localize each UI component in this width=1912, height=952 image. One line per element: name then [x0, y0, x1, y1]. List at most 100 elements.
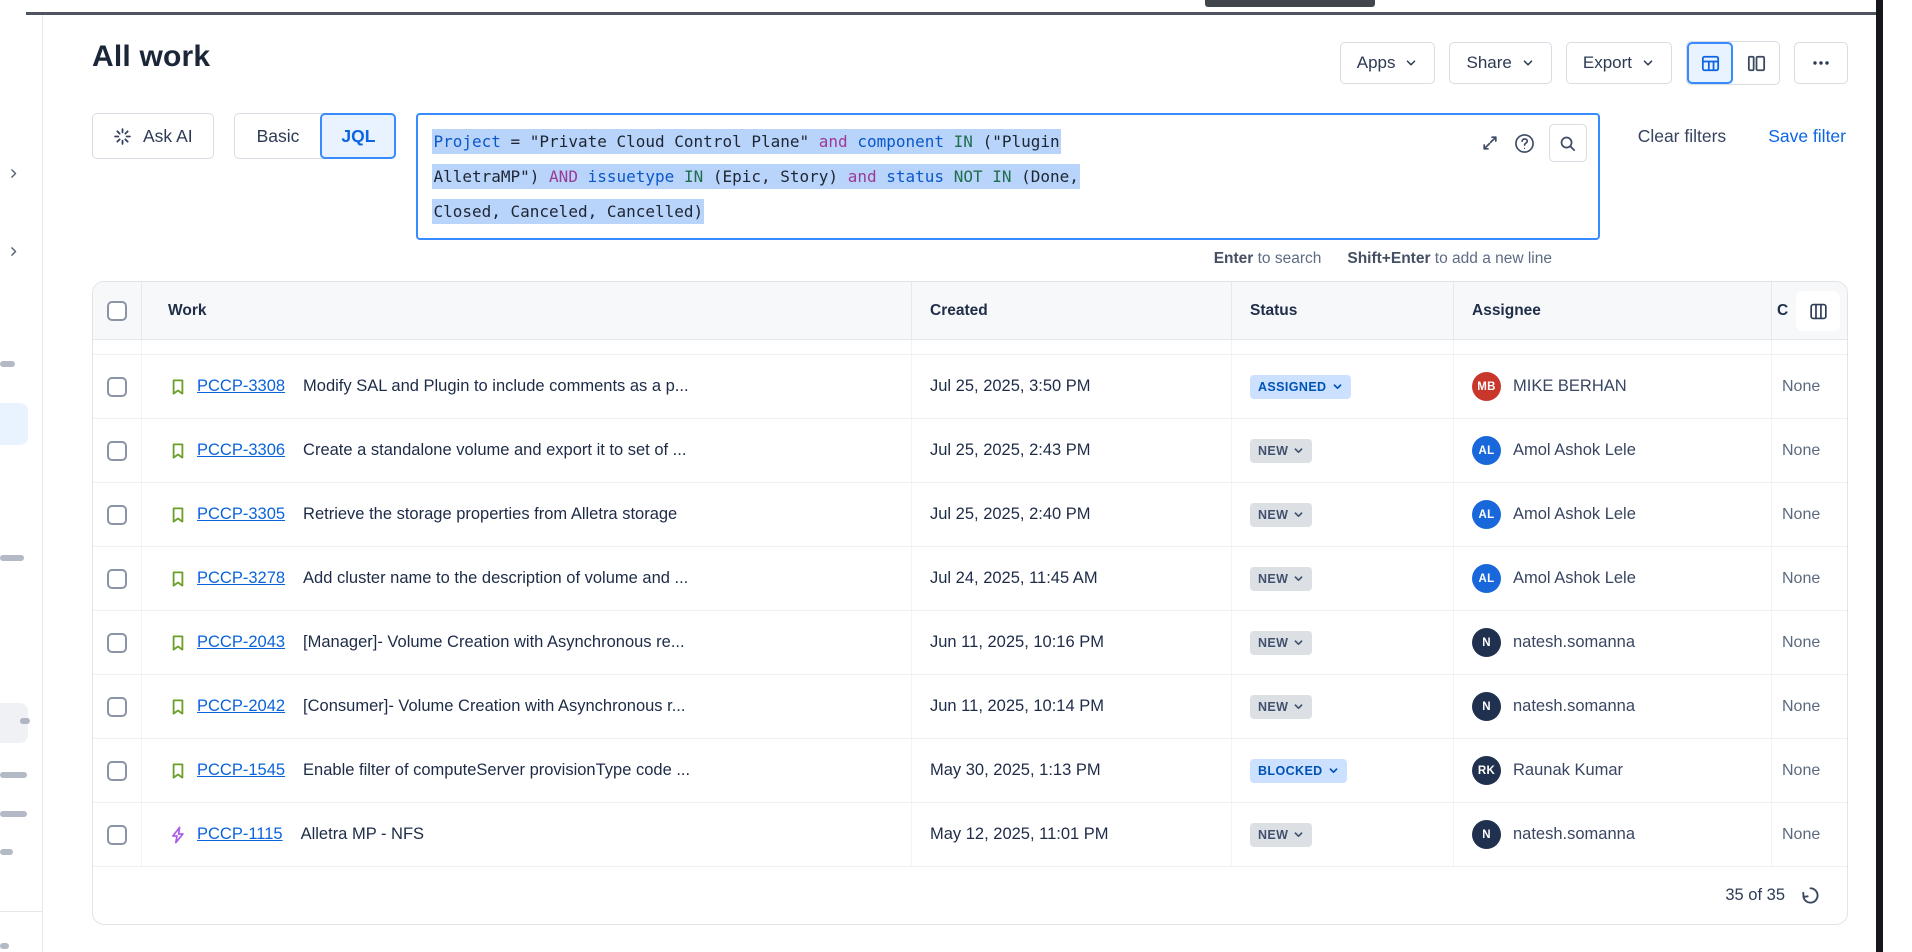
status-badge[interactable]: NEW: [1250, 567, 1312, 591]
sidebar-divider: [0, 911, 43, 912]
status-cell: NEW: [1231, 675, 1453, 738]
result-count: 35 of 35: [1725, 886, 1785, 905]
row-checkbox[interactable]: [107, 377, 127, 397]
row-checkbox[interactable]: [107, 825, 127, 845]
chevron-right-icon[interactable]: [7, 167, 20, 180]
chevron-right-icon[interactable]: [7, 245, 20, 258]
table-view-button[interactable]: [1687, 42, 1733, 84]
story-icon: [168, 505, 188, 525]
story-icon: [168, 569, 188, 589]
created-cell: May 12, 2025, 11:01 PM: [911, 803, 1231, 866]
status-badge[interactable]: NEW: [1250, 631, 1312, 655]
column-picker-button[interactable]: [1796, 291, 1840, 331]
chevron-down-icon: [1293, 445, 1304, 456]
story-icon: [168, 633, 188, 653]
created-cell: Jul 24, 2025, 11:45 AM: [911, 547, 1231, 610]
header-actions: Apps Share Export: [1340, 41, 1848, 85]
issue-key-link[interactable]: PCCP-1115: [197, 825, 283, 844]
assignee-cell: N natesh.somanna: [1453, 675, 1771, 738]
partial-scrolled-row: [93, 340, 1847, 355]
columns-icon: [1808, 301, 1829, 322]
select-all-cell: [93, 282, 141, 339]
table-row: PCCP-2043 [Manager]- Volume Creation wit…: [93, 611, 1847, 675]
share-button[interactable]: Share: [1449, 42, 1551, 84]
apps-button[interactable]: Apps: [1340, 42, 1436, 84]
issue-key-link[interactable]: PCCP-3278: [197, 569, 285, 588]
story-icon: [168, 761, 188, 781]
ask-ai-label: Ask AI: [143, 126, 193, 147]
status-badge[interactable]: NEW: [1250, 439, 1312, 463]
work-cell: PCCP-3306 Create a standalone volume and…: [141, 419, 911, 482]
sidebar-text-fragment: [0, 361, 15, 367]
avatar: AL: [1472, 436, 1501, 465]
status-badge[interactable]: NEW: [1250, 823, 1312, 847]
column-header-status[interactable]: Status: [1231, 282, 1453, 339]
issue-key-link[interactable]: PCCP-2043: [197, 633, 285, 652]
issue-summary: Enable filter of computeServer provision…: [303, 761, 690, 780]
refresh-icon[interactable]: [1800, 885, 1821, 906]
assignee-name: Amol Ashok Lele: [1513, 441, 1636, 460]
sidebar-text-fragment: [0, 772, 27, 778]
assignee-cell: AL Amol Ashok Lele: [1453, 419, 1771, 482]
sidebar-text-fragment: [0, 555, 24, 561]
story-icon: [168, 377, 188, 397]
assignee-cell: N natesh.somanna: [1453, 611, 1771, 674]
sidebar-text-fragment: [0, 811, 27, 817]
created-value: Jul 25, 2025, 2:40 PM: [930, 505, 1091, 524]
jql-editor[interactable]: Project = "Private Cloud Control Plane" …: [416, 113, 1599, 240]
category-cell: None: [1771, 675, 1847, 738]
row-select-cell: [93, 355, 141, 418]
detail-view-button[interactable]: [1733, 42, 1779, 84]
category-cell: None: [1771, 355, 1847, 418]
assignee-name: Amol Ashok Lele: [1513, 569, 1636, 588]
issue-key-link[interactable]: PCCP-3308: [197, 377, 285, 396]
expand-icon[interactable]: [1480, 133, 1500, 153]
row-checkbox[interactable]: [107, 569, 127, 589]
export-button[interactable]: Export: [1566, 42, 1672, 84]
column-header-work[interactable]: Work: [141, 282, 911, 339]
jql-code: Project = "Private Cloud Control Plane" …: [432, 124, 1465, 229]
clear-filters-button[interactable]: Clear filters: [1638, 126, 1727, 147]
chevron-down-icon: [1293, 701, 1304, 712]
status-cell: ASSIGNED: [1231, 355, 1453, 418]
ask-ai-button[interactable]: Ask AI: [92, 113, 214, 159]
basic-mode-button[interactable]: Basic: [235, 114, 322, 158]
category-value: None: [1782, 378, 1820, 396]
assignee-cell: AL Amol Ashok Lele: [1453, 547, 1771, 610]
select-all-checkbox[interactable]: [107, 301, 127, 321]
row-checkbox[interactable]: [107, 505, 127, 525]
category-cell: None: [1771, 547, 1847, 610]
story-icon: [168, 441, 188, 461]
column-header-created[interactable]: Created: [911, 282, 1231, 339]
category-cell: None: [1771, 483, 1847, 546]
more-button[interactable]: [1794, 42, 1848, 84]
assignee-name: Raunak Kumar: [1513, 761, 1623, 780]
issue-key-link[interactable]: PCCP-3305: [197, 505, 285, 524]
row-checkbox[interactable]: [107, 697, 127, 717]
status-badge[interactable]: NEW: [1250, 695, 1312, 719]
help-icon[interactable]: [1513, 132, 1536, 155]
row-select-cell: [93, 611, 141, 674]
row-checkbox[interactable]: [107, 633, 127, 653]
status-badge[interactable]: NEW: [1250, 503, 1312, 527]
column-header-assignee[interactable]: Assignee: [1453, 282, 1771, 339]
issue-key-link[interactable]: PCCP-2042: [197, 697, 285, 716]
save-filter-link[interactable]: Save filter: [1768, 126, 1846, 147]
status-badge[interactable]: BLOCKED: [1250, 759, 1347, 783]
issue-table: Work Created Status Assignee C: [92, 281, 1848, 925]
table-row: PCCP-3306 Create a standalone volume and…: [93, 419, 1847, 483]
row-checkbox[interactable]: [107, 761, 127, 781]
table-row: PCCP-2042 [Consumer]- Volume Creation wi…: [93, 675, 1847, 739]
table-header: Work Created Status Assignee C: [93, 282, 1847, 340]
table-row: PCCP-3305 Retrieve the storage propertie…: [93, 483, 1847, 547]
jql-mode-button[interactable]: JQL: [320, 113, 396, 159]
chevron-down-icon: [1332, 381, 1343, 392]
row-checkbox[interactable]: [107, 441, 127, 461]
sidebar-text-fragment: [0, 849, 13, 855]
status-badge[interactable]: ASSIGNED: [1250, 375, 1351, 399]
search-button[interactable]: [1549, 124, 1587, 162]
status-label: NEW: [1258, 508, 1288, 522]
issue-key-link[interactable]: PCCP-1545: [197, 761, 285, 780]
work-cell: PCCP-3308 Modify SAL and Plugin to inclu…: [141, 355, 911, 418]
issue-key-link[interactable]: PCCP-3306: [197, 441, 285, 460]
